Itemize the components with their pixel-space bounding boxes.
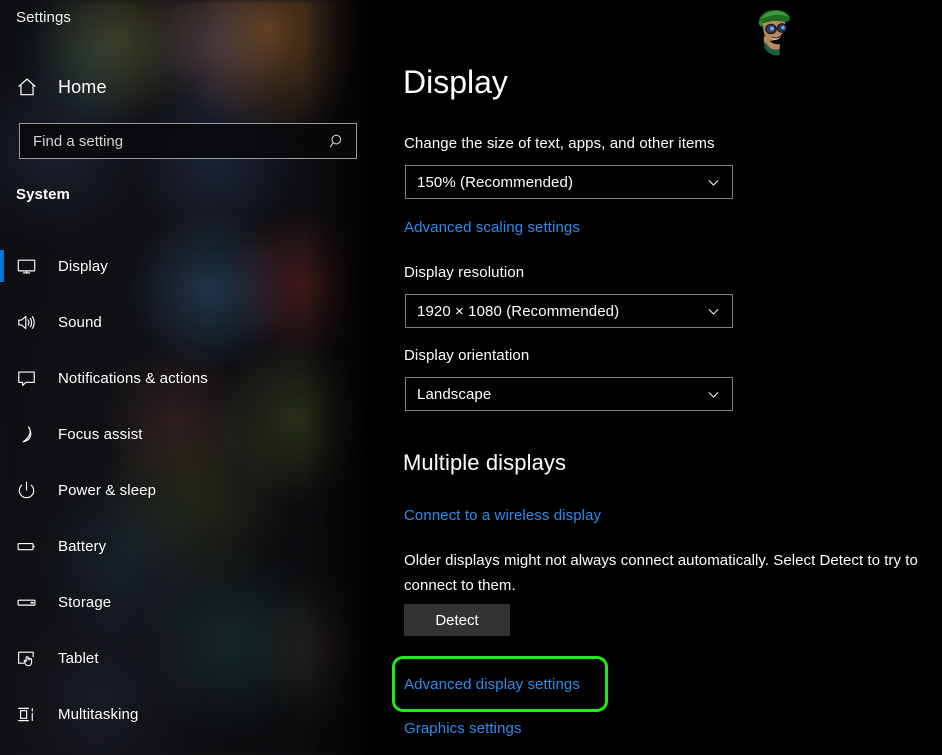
battery-icon: [16, 536, 56, 557]
sidebar-item-storage-label: Storage: [58, 594, 111, 611]
main-content: Display Change the size of text, apps, a…: [376, 0, 942, 755]
sidebar-item-sound[interactable]: Sound: [0, 294, 376, 350]
sidebar-item-battery[interactable]: Battery: [0, 518, 376, 574]
search-icon: [318, 133, 356, 150]
resolution-dropdown[interactable]: 1920 × 1080 (Recommended): [405, 294, 733, 328]
sidebar-item-focus-assist-label: Focus assist: [58, 426, 143, 443]
chevron-down-icon: [694, 387, 732, 402]
multitasking-icon: [16, 704, 56, 725]
detect-button[interactable]: Detect: [404, 604, 510, 636]
sidebar-item-power-sleep[interactable]: Power & sleep: [0, 462, 376, 518]
sidebar-nav-list: Display Sound: [0, 238, 376, 742]
scale-dropdown[interactable]: 150% (Recommended): [405, 165, 733, 199]
speech-bubble-icon: [16, 368, 56, 389]
cartoon-avatar-icon: [750, 6, 798, 58]
sidebar-item-notifications-actions[interactable]: Notifications & actions: [0, 350, 376, 406]
sidebar-item-display[interactable]: Display: [0, 238, 376, 294]
sidebar-item-tablet[interactable]: Tablet: [0, 630, 376, 686]
storage-drive-icon: [16, 592, 56, 613]
window-title: Settings: [16, 9, 71, 26]
speaker-icon: [16, 312, 56, 333]
settings-window: Settings Home: [0, 0, 942, 755]
orientation-dropdown-value: Landscape: [406, 386, 694, 403]
resolution-label: Display resolution: [404, 264, 524, 281]
sidebar-item-focus-assist[interactable]: Focus assist: [0, 406, 376, 462]
page-title: Display: [403, 64, 508, 101]
sidebar-item-sound-label: Sound: [58, 314, 102, 331]
sidebar-item-multitasking-label: Multitasking: [58, 706, 138, 723]
sidebar: Settings Home: [0, 0, 376, 755]
scale-label: Change the size of text, apps, and other…: [404, 135, 715, 152]
sidebar-item-power-sleep-label: Power & sleep: [58, 482, 156, 499]
sidebar-item-storage[interactable]: Storage: [0, 574, 376, 630]
chevron-down-icon: [694, 304, 732, 319]
multiple-displays-section-title: Multiple displays: [403, 450, 566, 476]
power-icon: [16, 480, 56, 501]
sidebar-item-tablet-label: Tablet: [58, 650, 99, 667]
graphics-settings-link[interactable]: Graphics settings: [404, 720, 522, 737]
orientation-label: Display orientation: [404, 347, 529, 364]
connect-wireless-display-link[interactable]: Connect to a wireless display: [404, 507, 601, 524]
orientation-dropdown[interactable]: Landscape: [405, 377, 733, 411]
multiple-displays-description: Older displays might not always connect …: [404, 548, 929, 598]
scale-dropdown-value: 150% (Recommended): [406, 174, 694, 191]
home-icon: [16, 76, 56, 98]
advanced-scaling-settings-link[interactable]: Advanced scaling settings: [404, 219, 580, 236]
search-box[interactable]: [19, 123, 357, 159]
sidebar-item-home[interactable]: Home: [0, 70, 376, 104]
resolution-dropdown-value: 1920 × 1080 (Recommended): [406, 303, 694, 320]
sidebar-item-battery-label: Battery: [58, 538, 106, 555]
tablet-touch-icon: [16, 648, 56, 669]
sidebar-item-notifications-actions-label: Notifications & actions: [58, 370, 208, 387]
search-input[interactable]: [20, 133, 318, 150]
sidebar-item-display-label: Display: [58, 258, 108, 275]
selection-indicator: [0, 250, 4, 282]
sidebar-group-header: System: [16, 186, 70, 203]
chevron-down-icon: [694, 175, 732, 190]
monitor-icon: [16, 256, 56, 277]
sidebar-item-home-label: Home: [58, 77, 107, 98]
advanced-display-settings-link[interactable]: Advanced display settings: [404, 676, 580, 693]
moon-icon: [16, 424, 56, 445]
sidebar-item-multitasking[interactable]: Multitasking: [0, 686, 376, 742]
